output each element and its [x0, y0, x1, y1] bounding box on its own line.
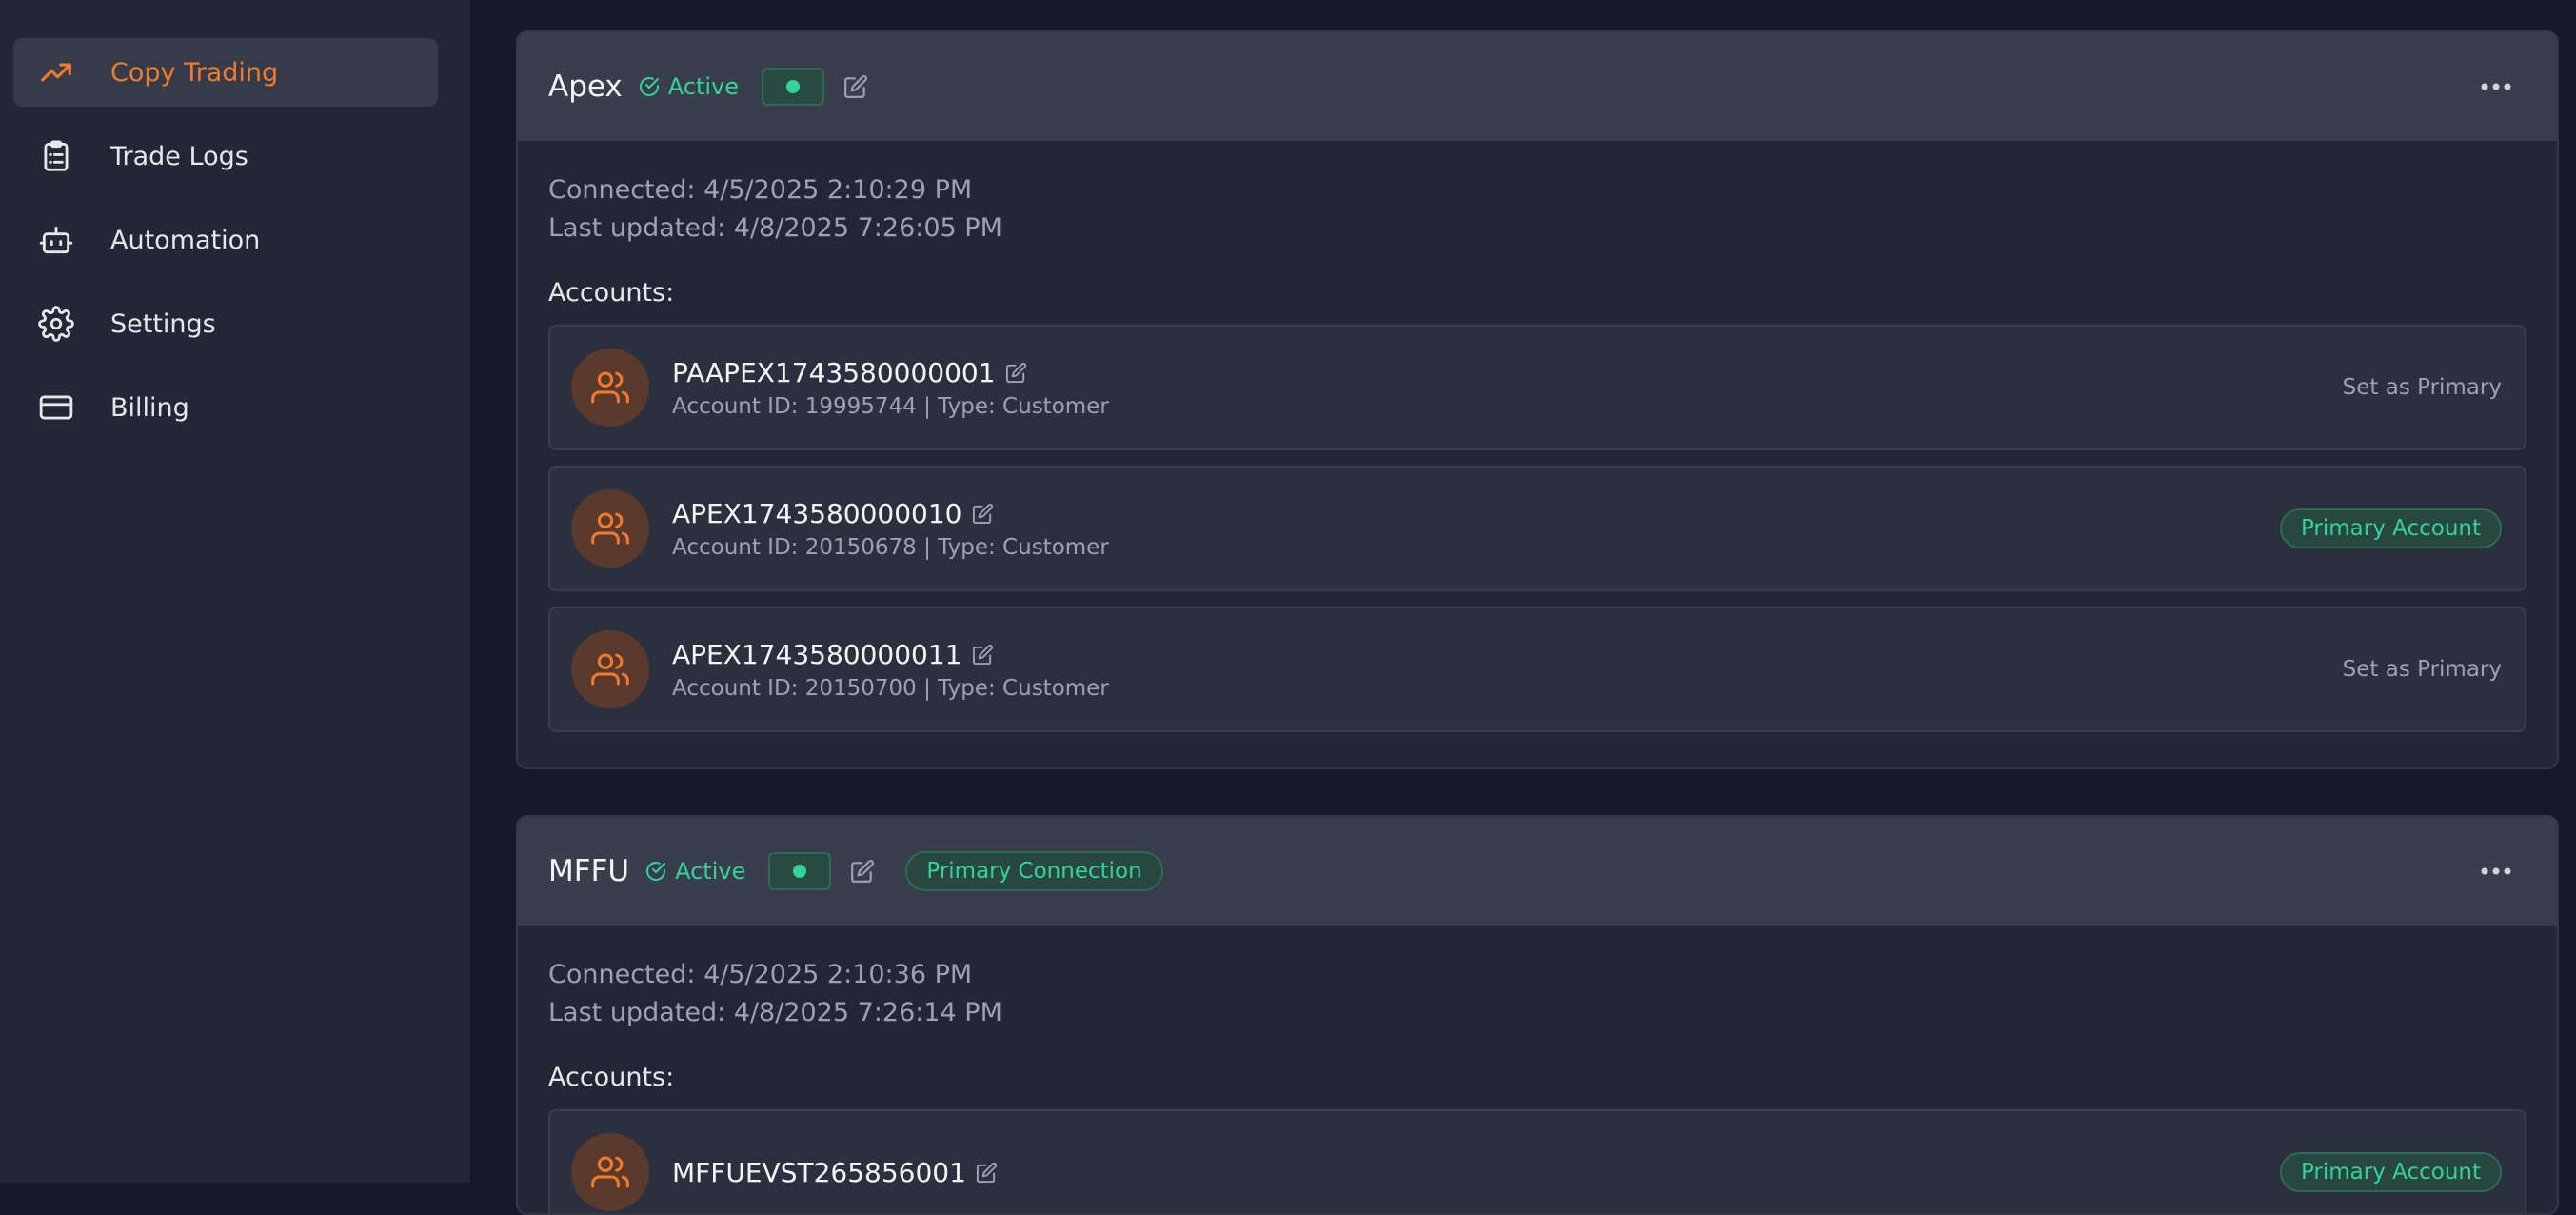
account-row: MFFUEVST265856001 Primary Account	[548, 1109, 2526, 1213]
sidebar-item-billing[interactable]: Billing	[13, 373, 438, 442]
sidebar-item-automation[interactable]: Automation	[13, 206, 438, 274]
account-name: MFFUEVST265856001	[672, 1156, 966, 1188]
edit-icon	[851, 860, 875, 883]
account-details: Account ID: 20150678 | Type: Customer	[672, 534, 1109, 560]
users-icon	[591, 512, 629, 545]
account-details: Account ID: 19995744 | Type: Customer	[672, 393, 1109, 419]
connection-body: Connected: 4/5/2025 2:10:36 PM Last upda…	[518, 926, 2557, 1213]
users-icon	[591, 371, 629, 404]
account-row: PAAPEX1743580000001 Account ID: 19995744…	[548, 325, 2526, 450]
credit-card-icon	[36, 388, 76, 428]
users-icon	[591, 1156, 629, 1188]
more-options-button[interactable]	[2477, 68, 2515, 106]
status-label: Active	[667, 73, 740, 100]
set-as-primary-button[interactable]: Set as Primary	[2343, 375, 2502, 400]
connected-timestamp: Connected: 4/5/2025 2:10:36 PM	[548, 960, 973, 989]
main-content: Apex Active Connected: 4/5/2025 2:10:29 …	[470, 0, 2576, 1215]
edit-icon	[972, 503, 994, 524]
sidebar-item-copy-trading[interactable]: Copy Trading	[13, 38, 438, 107]
ellipsis-icon	[2481, 83, 2511, 90]
connected-timestamp: Connected: 4/5/2025 2:10:29 PM	[548, 175, 973, 205]
check-circle-icon	[639, 77, 659, 96]
status-indicator: Active	[644, 858, 745, 885]
robot-icon	[36, 220, 76, 260]
edit-connection-button[interactable]	[846, 855, 879, 887]
toggle-dot	[786, 80, 801, 93]
sidebar-item-settings[interactable]: Settings	[13, 289, 438, 358]
avatar	[571, 489, 649, 568]
account-name: PAAPEX1743580000001	[672, 356, 996, 388]
account-name: APEX1743580000010	[672, 497, 962, 529]
edit-account-button[interactable]	[1003, 359, 1030, 386]
connection-name: MFFU	[548, 854, 630, 888]
status-indicator: Active	[638, 73, 739, 100]
account-name: APEX1743580000011	[672, 638, 962, 670]
last-updated-timestamp: Last updated: 4/8/2025 7:26:14 PM	[548, 998, 1002, 1027]
account-row: APEX1743580000011 Account ID: 20150700 |…	[548, 607, 2526, 732]
sidebar-item-label: Settings	[110, 309, 216, 339]
last-updated-timestamp: Last updated: 4/8/2025 7:26:05 PM	[548, 213, 1002, 243]
edit-connection-button[interactable]	[840, 70, 872, 103]
edit-icon	[1005, 362, 1027, 383]
edit-account-button[interactable]	[970, 641, 997, 667]
connection-header: MFFU Active Primary Connection	[518, 817, 2557, 926]
more-options-button[interactable]	[2477, 852, 2515, 890]
sidebar-item-label: Billing	[110, 392, 189, 423]
check-circle-icon	[646, 862, 666, 881]
connection-name: Apex	[548, 70, 623, 104]
sidebar-item-label: Copy Trading	[110, 57, 279, 88]
sidebar-item-label: Automation	[110, 225, 261, 255]
trending-up-icon	[36, 52, 76, 92]
connection-card: Apex Active Connected: 4/5/2025 2:10:29 …	[516, 30, 2559, 769]
account-details: Account ID: 20150700 | Type: Customer	[672, 675, 1109, 701]
primary-account-badge: Primary Account	[2279, 1152, 2502, 1192]
edit-icon	[844, 75, 867, 98]
connection-toggle[interactable]	[762, 68, 825, 106]
sidebar: Copy Trading Trade Logs Automation Setti…	[0, 0, 470, 1183]
set-as-primary-button[interactable]: Set as Primary	[2343, 657, 2502, 682]
connection-card: MFFU Active Primary Connection Connected…	[516, 815, 2559, 1215]
primary-connection-badge: Primary Connection	[905, 851, 1163, 891]
clipboard-list-icon	[36, 136, 76, 176]
status-label: Active	[675, 858, 746, 885]
edit-account-button[interactable]	[970, 500, 997, 527]
accounts-heading: Accounts:	[548, 1063, 675, 1092]
connection-toggle[interactable]	[768, 852, 832, 890]
accounts-heading: Accounts:	[548, 278, 675, 308]
connection-header: Apex Active	[518, 32, 2557, 141]
edit-account-button[interactable]	[974, 1159, 1001, 1185]
primary-account-badge: Primary Account	[2279, 508, 2502, 548]
sidebar-item-label: Trade Logs	[110, 141, 248, 171]
avatar	[571, 349, 649, 427]
users-icon	[591, 653, 629, 686]
gear-icon	[36, 304, 76, 344]
avatar	[571, 630, 649, 708]
edit-icon	[972, 644, 994, 665]
connection-body: Connected: 4/5/2025 2:10:29 PM Last upda…	[518, 141, 2557, 732]
avatar	[571, 1133, 649, 1211]
sidebar-item-trade-logs[interactable]: Trade Logs	[13, 122, 438, 190]
account-row: APEX1743580000010 Account ID: 20150678 |…	[548, 466, 2526, 591]
ellipsis-icon	[2481, 867, 2511, 875]
edit-icon	[977, 1162, 998, 1183]
toggle-dot	[793, 865, 807, 878]
